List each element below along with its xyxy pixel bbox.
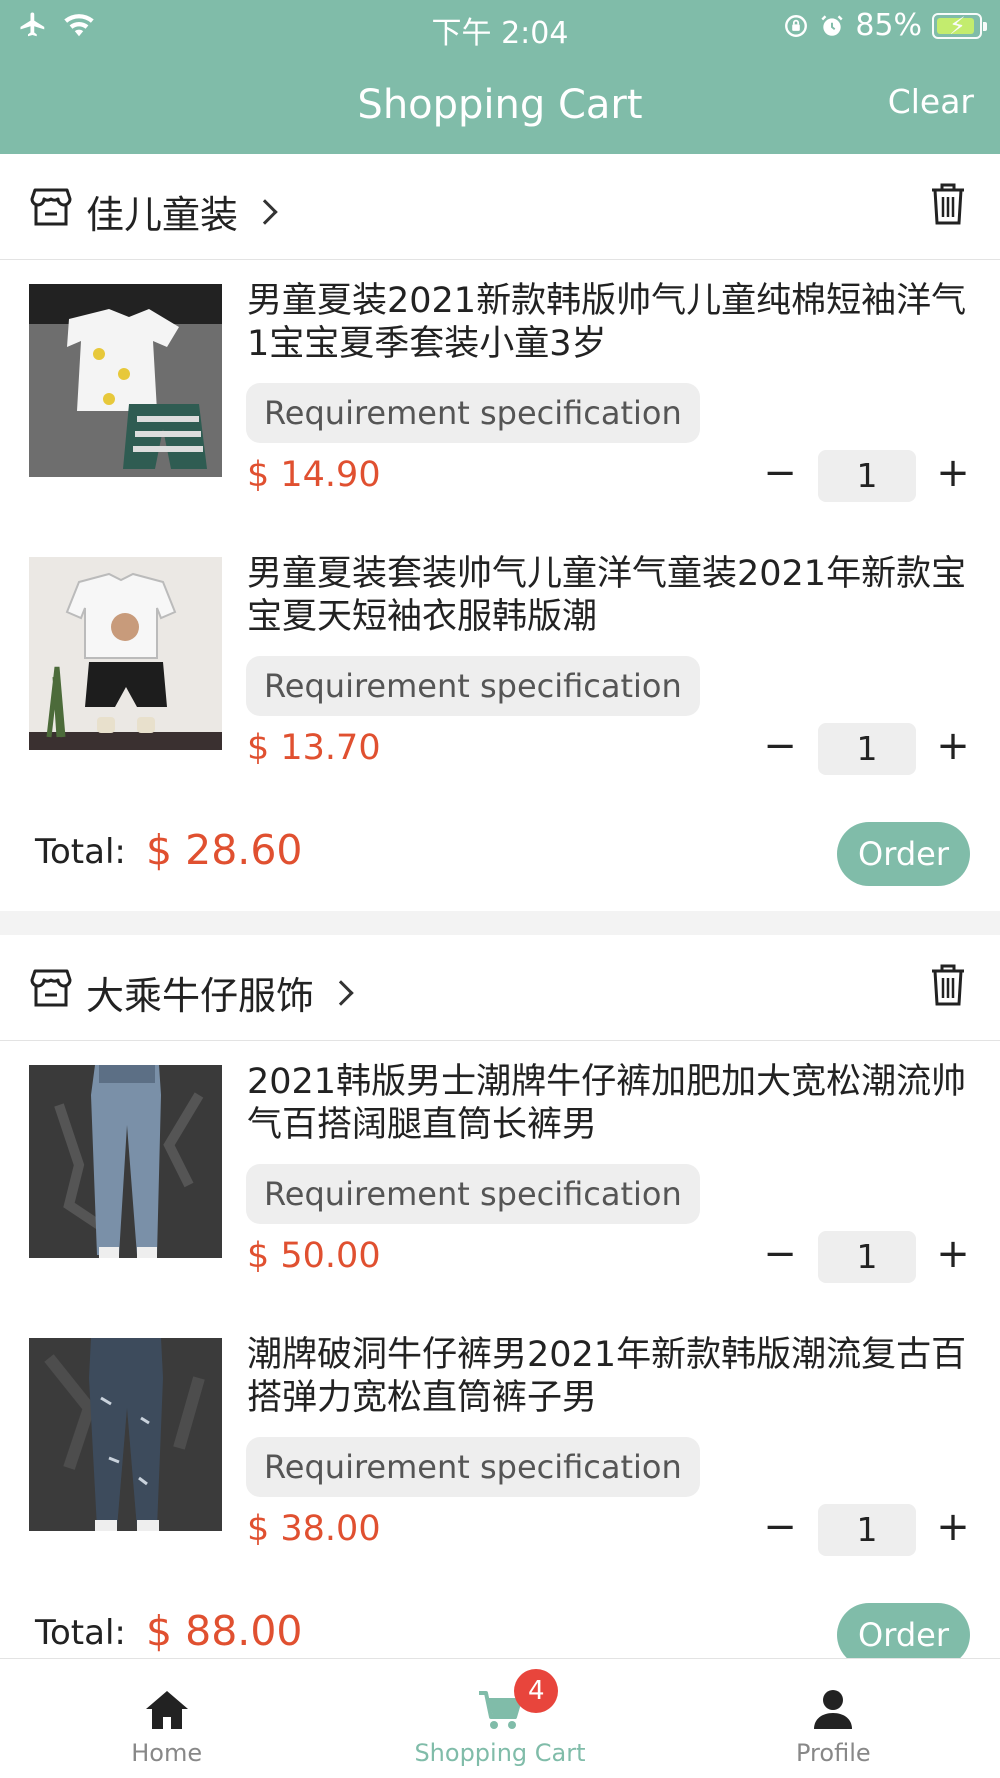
spec-selector[interactable]: Requirement specification [246, 383, 700, 443]
title-row: Shopping Cart Clear [0, 70, 1000, 140]
increase-qty-button[interactable]: + [933, 1504, 973, 1550]
section-divider [0, 911, 1000, 935]
product-price: $ 50.00 [247, 1236, 381, 1276]
store-name: 大乘牛仔服饰 [86, 974, 315, 1018]
decrease-qty-button[interactable]: − [760, 450, 800, 496]
product-title[interactable]: 男童夏装2021新款韩版帅气儿童纯棉短袖洋气1宝宝夏季套装小童3岁 [247, 280, 977, 366]
store-total-row: Total: $ 88.00 Order [0, 1587, 1000, 1658]
home-icon [145, 1691, 188, 1729]
status-right: 85% ⚡ [783, 8, 987, 43]
total-label: Total: [35, 832, 126, 872]
store-link[interactable]: 大乘牛仔服饰 [86, 965, 354, 1020]
status-bar: 下午 2:04 85% ⚡ [0, 0, 1000, 52]
order-button[interactable]: Order [837, 1603, 970, 1658]
order-button[interactable]: Order [837, 822, 970, 886]
store-icon [30, 188, 72, 226]
page-title: Shopping Cart [357, 82, 643, 128]
product-title[interactable]: 2021韩版男士潮牌牛仔裤加肥加大宽松潮流帅气百搭阔腿直筒长裤男 [247, 1061, 977, 1147]
spec-selector[interactable]: Requirement specification [246, 656, 700, 716]
quantity-field[interactable]: 1 [818, 1231, 916, 1283]
tab-home[interactable]: Home [0, 1659, 333, 1778]
increase-qty-button[interactable]: + [933, 450, 973, 496]
store-header: 佳儿童装 [0, 154, 1000, 260]
quantity-field[interactable]: 1 [818, 1504, 916, 1556]
store-total-row: Total: $ 28.60 Order [0, 806, 1000, 911]
alarm-icon [821, 14, 843, 36]
quantity-field[interactable]: 1 [818, 723, 916, 775]
spec-selector[interactable]: Requirement specification [246, 1437, 700, 1497]
app-header: 下午 2:04 85% ⚡ Shopping Cart Clear [0, 0, 1000, 154]
cart-item: 潮牌破洞牛仔裤男2021年新款韩版潮流复古百搭弹力宽松直筒裤子男 Require… [0, 1314, 1000, 1587]
tab-home-label: Home [131, 1739, 203, 1767]
product-image[interactable] [29, 1338, 222, 1531]
cart-count-badge: 4 [514, 1669, 559, 1713]
store-icon [30, 969, 72, 1007]
total-amount: $ 28.60 [146, 826, 303, 874]
product-price: $ 13.70 [247, 728, 381, 768]
product-image[interactable] [29, 557, 222, 750]
trash-icon[interactable] [930, 963, 966, 1007]
battery-percent: 85% [855, 8, 922, 43]
store-card: 大乘牛仔服饰 2021韩版男士潮牌牛仔裤加肥加大宽松潮流帅气百搭阔腿直筒长裤男 … [0, 935, 1000, 1658]
total-amount: $ 88.00 [146, 1607, 303, 1655]
increase-qty-button[interactable]: + [933, 723, 973, 769]
battery-icon: ⚡ [932, 12, 987, 40]
tab-bar: Home 4 Shopping Cart Profile [0, 1658, 1000, 1778]
tab-cart-label: Shopping Cart [414, 1739, 586, 1767]
product-title[interactable]: 潮牌破洞牛仔裤男2021年新款韩版潮流复古百搭弹力宽松直筒裤子男 [247, 1334, 977, 1420]
cart-item: 男童夏装2021新款韩版帅气儿童纯棉短袖洋气1宝宝夏季套装小童3岁 Requir… [0, 260, 1000, 533]
product-image[interactable] [29, 284, 222, 477]
store-header: 大乘牛仔服饰 [0, 935, 1000, 1041]
total-label: Total: [35, 1613, 126, 1653]
clear-button[interactable]: Clear [888, 82, 974, 121]
cart-item: 2021韩版男士潮牌牛仔裤加肥加大宽松潮流帅气百搭阔腿直筒长裤男 Require… [0, 1041, 1000, 1314]
quantity-field[interactable]: 1 [818, 450, 916, 502]
store-link[interactable]: 佳儿童装 [86, 184, 278, 239]
profile-icon [814, 1690, 853, 1729]
chevron-right-icon [252, 198, 278, 225]
tab-profile[interactable]: Profile [667, 1659, 1000, 1778]
decrease-qty-button[interactable]: − [760, 723, 800, 769]
tab-profile-label: Profile [796, 1739, 871, 1767]
orientation-lock-icon [785, 14, 808, 37]
decrease-qty-button[interactable]: − [760, 1504, 800, 1550]
spec-selector[interactable]: Requirement specification [246, 1164, 700, 1224]
chevron-right-icon [328, 979, 354, 1006]
product-price: $ 14.90 [247, 455, 381, 495]
product-title[interactable]: 男童夏装套装帅气儿童洋气童装2021年新款宝宝夏天短袖衣服韩版潮 [247, 553, 977, 639]
product-price: $ 38.00 [247, 1509, 381, 1549]
increase-qty-button[interactable]: + [933, 1231, 973, 1277]
store-name: 佳儿童装 [86, 193, 239, 237]
store-card: 佳儿童装 男童夏装2021新款韩版帅气儿童纯棉短袖洋气1宝宝夏季套装小童3岁 R… [0, 154, 1000, 911]
trash-icon[interactable] [930, 182, 966, 226]
cart-list[interactable]: 佳儿童装 男童夏装2021新款韩版帅气儿童纯棉短袖洋气1宝宝夏季套装小童3岁 R… [0, 154, 1000, 1658]
decrease-qty-button[interactable]: − [760, 1231, 800, 1277]
product-image[interactable] [29, 1065, 222, 1258]
tab-shopping-cart[interactable]: 4 Shopping Cart [333, 1659, 666, 1778]
cart-item: 男童夏装套装帅气儿童洋气童装2021年新款宝宝夏天短袖衣服韩版潮 Require… [0, 533, 1000, 806]
